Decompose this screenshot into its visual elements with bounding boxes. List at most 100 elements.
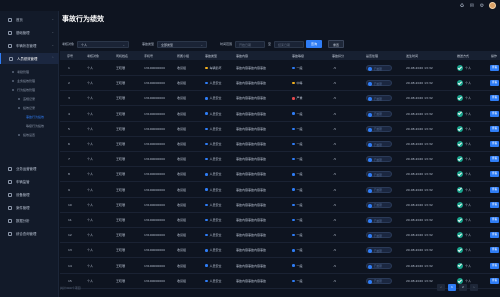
sidebar-item-device[interactable]: 设备管理 [0, 189, 59, 200]
table-row: 4 个人 王晓珊 13100000000 收货组 人员安全 事故内容事故内容事故 一般 -5 已处… [60, 107, 500, 122]
bell-icon[interactable]: ♻ [459, 3, 465, 9]
view-button[interactable]: 查看 [490, 201, 499, 208]
cell-index: 12 [68, 233, 72, 238]
handled-toggle[interactable]: 已处理 [366, 232, 392, 239]
type-text: 人员安全 [209, 218, 222, 222]
cell-object: 个人 [87, 278, 94, 283]
message-icon[interactable]: ✉ [469, 3, 475, 9]
chevron-down-icon: ⌄ [200, 42, 204, 47]
view-button[interactable]: 查看 [490, 262, 499, 269]
check-circle-icon [457, 201, 463, 208]
view-button[interactable]: 查看 [490, 65, 499, 71]
view-button[interactable]: 查看 [490, 110, 499, 117]
cell-time: 20.08.2020 13:32 [406, 157, 433, 162]
cell-driver: 王晓珊 [116, 233, 126, 238]
handled-toggle[interactable]: 已处理 [366, 156, 392, 163]
cell-level: 一般 [292, 157, 303, 161]
handled-toggle[interactable]: 已处理 [366, 65, 392, 71]
prev-page-button[interactable]: ‹ [437, 284, 445, 291]
sidebar-item-analysis[interactable]: 数据分析 [0, 215, 59, 226]
sidebar-subitem-violation[interactable]: 违规记录 [0, 95, 59, 103]
cell-group: 收货组 [177, 218, 187, 222]
cell-push: 个人 [465, 81, 472, 86]
sidebar-item-performance[interactable]: 人员绩效管理 ⌃ [0, 53, 59, 64]
header-level: 事故等级 [292, 54, 305, 58]
handled-toggle[interactable]: 已处理 [366, 95, 392, 102]
cell-content: 事故内容事故内容事故 [236, 66, 267, 70]
avatar[interactable] [489, 2, 496, 9]
view-button[interactable]: 查看 [490, 125, 499, 132]
view-button[interactable]: 查看 [490, 95, 499, 102]
sidebar-subitem-business[interactable]: 业务绩效管理 [0, 77, 59, 85]
cell-level: 一般 [292, 142, 303, 146]
reset-button[interactable]: 重置 [328, 40, 344, 48]
sidebar-subitem-records[interactable]: 绩效记录 [0, 104, 59, 112]
cell-push: 个人 [465, 111, 472, 116]
sidebar-subitem-accident[interactable]: 事故行为绩效 [0, 113, 59, 121]
view-button[interactable]: 查看 [490, 232, 499, 239]
sidebar-item-label: 数据分析 [16, 219, 30, 223]
sidebar-subitem-behavior[interactable]: 行为绩效管理 [0, 86, 59, 94]
handled-toggle[interactable]: 已处理 [366, 110, 392, 117]
cell-driver: 王晓珊 [116, 278, 126, 283]
cell-phone: 13100000000 [144, 248, 165, 253]
page-1-button[interactable]: 1 [448, 284, 456, 291]
toggle-knob-icon [368, 67, 372, 71]
handled-toggle[interactable]: 已处理 [366, 262, 392, 269]
view-button[interactable]: 查看 [490, 80, 499, 87]
sidebar-item-case[interactable]: 案件管理 [0, 202, 59, 213]
cell-time: 20.08.2020 13:32 [406, 278, 433, 283]
type-dot-icon [205, 218, 208, 222]
type-text: 人员安全 [209, 142, 222, 146]
handled-toggle[interactable]: 已处理 [366, 171, 392, 178]
range-separator: 至 [268, 42, 272, 46]
cell-level: 一般 [292, 233, 303, 237]
cell-index: 7 [68, 157, 70, 162]
sidebar-item-operations[interactable]: 业务运营管理 [0, 163, 59, 174]
handled-toggle[interactable]: 已处理 [366, 201, 392, 208]
handled-toggle[interactable]: 已处理 [366, 247, 392, 254]
view-button[interactable]: 查看 [490, 171, 499, 178]
cell-object: 个人 [87, 96, 94, 101]
cell-driver: 王晓珊 [116, 172, 126, 177]
view-button[interactable]: 查看 [490, 141, 499, 147]
sidebar-subitem-settings[interactable]: 绩效设置 [0, 131, 59, 139]
handled-toggle[interactable]: 已处理 [366, 277, 392, 284]
sidebar-subitem-attendance[interactable]: 考勤管理 [0, 68, 59, 76]
end-date-input[interactable]: 结束日期 [274, 40, 305, 48]
cell-driver: 王晓珊 [116, 202, 126, 207]
cell-index: 1 [68, 66, 70, 70]
cell-time: 20.08.2020 13:32 [406, 96, 433, 101]
start-date-input[interactable]: 开始日期 [235, 40, 266, 48]
event-type-select[interactable]: 全部类型 ⌄ [157, 40, 208, 48]
search-button[interactable]: 查询 [306, 40, 322, 48]
handled-toggle[interactable]: 已处理 [366, 80, 392, 87]
sidebar-item-base[interactable]: 基础管理 ⌄ [0, 27, 59, 38]
sidebar-item-monitor[interactable]: 车辆监管 [0, 176, 59, 187]
page-2-button[interactable]: 2 [459, 284, 467, 291]
view-button[interactable]: 查看 [490, 156, 499, 163]
handled-toggle[interactable]: 已处理 [366, 217, 392, 223]
cell-content: 事故内容事故内容事故 [236, 233, 267, 238]
sidebar-item-home[interactable]: 首页 ⌄ [0, 14, 59, 25]
cell-driver: 王晓珊 [116, 157, 126, 162]
type-dot-icon [205, 233, 208, 237]
view-button[interactable]: 查看 [490, 277, 499, 284]
evaluation-object-select[interactable]: 个人 ⌄ [77, 40, 130, 48]
cell-content: 事故内容事故内容事故 [236, 172, 267, 177]
handled-toggle[interactable]: 已处理 [366, 141, 392, 147]
table-row: 13 个人 王晓珊 13100000000 收货组 人员安全 事故内容事故内容事故 一般 -5 已… [60, 243, 500, 259]
cell-group: 收货组 [177, 81, 187, 86]
settings-icon[interactable]: ⚙ [479, 3, 485, 9]
view-button[interactable]: 查看 [490, 217, 499, 223]
level-text: 严重 [296, 96, 303, 101]
handled-toggle[interactable]: 已处理 [366, 186, 392, 193]
view-button[interactable]: 查看 [490, 186, 499, 193]
sidebar-item-vehicle[interactable]: 车辆状态管理 ⌄ [0, 40, 59, 51]
view-button[interactable]: 查看 [490, 247, 499, 254]
sidebar-subitem-grade[interactable]: 等级行为绩效 [0, 122, 59, 130]
level-dot-icon [292, 112, 295, 115]
next-page-button[interactable]: › [470, 284, 478, 291]
sidebar-item-query[interactable]: 综合查询管理 [0, 228, 59, 239]
handled-toggle[interactable]: 已处理 [366, 125, 392, 132]
